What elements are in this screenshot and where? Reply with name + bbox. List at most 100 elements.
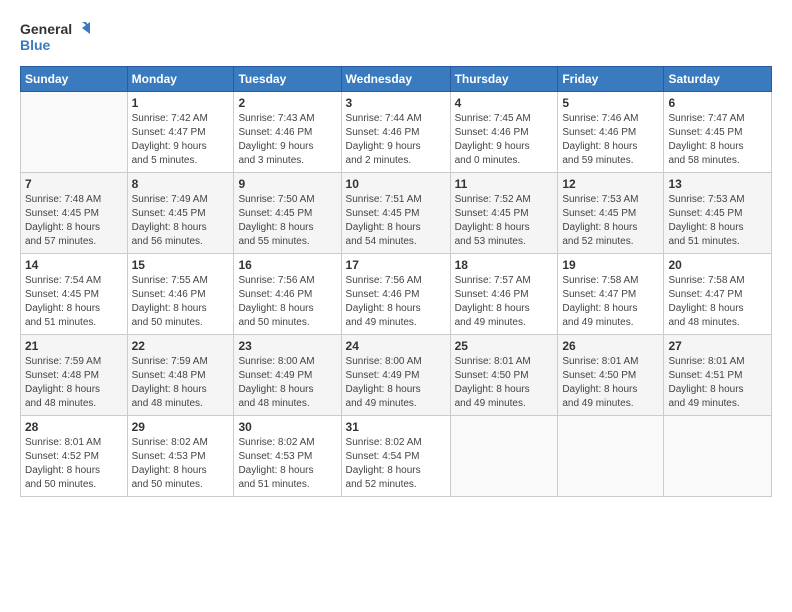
day-info: Sunrise: 8:01 AMSunset: 4:50 PMDaylight:… bbox=[562, 355, 659, 411]
day-info: Sunrise: 7:59 AMSunset: 4:48 PMDaylight:… bbox=[25, 355, 123, 411]
calendar-day-header: Friday bbox=[558, 67, 664, 92]
calendar-day-header: Monday bbox=[127, 67, 234, 92]
calendar-day-cell: 18 Sunrise: 7:57 AMSunset: 4:46 PMDayligh… bbox=[450, 254, 558, 335]
calendar-day-cell: 4 Sunrise: 7:45 AMSunset: 4:46 PMDaylight… bbox=[450, 92, 558, 173]
day-info: Sunrise: 8:00 AMSunset: 4:49 PMDaylight:… bbox=[346, 355, 446, 411]
day-info: Sunrise: 7:50 AMSunset: 4:45 PMDaylight:… bbox=[238, 193, 336, 249]
calendar-day-cell: 10 Sunrise: 7:51 AMSunset: 4:45 PMDayligh… bbox=[341, 173, 450, 254]
calendar-day-cell: 7 Sunrise: 7:48 AMSunset: 4:45 PMDaylight… bbox=[21, 173, 128, 254]
day-number: 15 bbox=[132, 258, 230, 272]
calendar-week-row: 28 Sunrise: 8:01 AMSunset: 4:52 PMDayligh… bbox=[21, 416, 772, 497]
day-number: 14 bbox=[25, 258, 123, 272]
day-number: 24 bbox=[346, 339, 446, 353]
calendar-day-cell: 6Sunrise: 7:47 AMSunset: 4:45 PMDaylight… bbox=[664, 92, 772, 173]
day-info: Sunrise: 7:45 AMSunset: 4:46 PMDaylight:… bbox=[455, 112, 554, 168]
day-number: 1 bbox=[132, 96, 230, 110]
day-number: 21 bbox=[25, 339, 123, 353]
day-info: Sunrise: 7:53 AMSunset: 4:45 PMDaylight:… bbox=[562, 193, 659, 249]
day-info: Sunrise: 7:44 AMSunset: 4:46 PMDaylight:… bbox=[346, 112, 446, 168]
calendar-day-cell: 28 Sunrise: 8:01 AMSunset: 4:52 PMDayligh… bbox=[21, 416, 128, 497]
day-info: Sunrise: 8:00 AMSunset: 4:49 PMDaylight:… bbox=[238, 355, 336, 411]
day-info: Sunrise: 7:49 AMSunset: 4:45 PMDaylight:… bbox=[132, 193, 230, 249]
calendar-week-row: 21 Sunrise: 7:59 AMSunset: 4:48 PMDayligh… bbox=[21, 335, 772, 416]
calendar-day-cell: 29Sunrise: 8:02 AMSunset: 4:53 PMDayligh… bbox=[127, 416, 234, 497]
day-info: Sunrise: 7:56 AMSunset: 4:46 PMDaylight:… bbox=[346, 274, 446, 330]
day-info: Sunrise: 7:43 AMSunset: 4:46 PMDaylight:… bbox=[238, 112, 336, 168]
calendar-day-cell: 19 Sunrise: 7:58 AMSunset: 4:47 PMDayligh… bbox=[558, 254, 664, 335]
calendar-day-header: Tuesday bbox=[234, 67, 341, 92]
calendar-week-row: 1 Sunrise: 7:42 AMSunset: 4:47 PMDaylight… bbox=[21, 92, 772, 173]
svg-text:General: General bbox=[20, 21, 72, 37]
calendar-day-cell: 22 Sunrise: 7:59 AMSunset: 4:48 PMDayligh… bbox=[127, 335, 234, 416]
day-number: 16 bbox=[238, 258, 336, 272]
day-info: Sunrise: 7:53 AMSunset: 4:45 PMDaylight:… bbox=[668, 193, 767, 249]
day-number: 9 bbox=[238, 177, 336, 191]
calendar-day-cell: 13 Sunrise: 7:53 AMSunset: 4:45 PMDayligh… bbox=[664, 173, 772, 254]
day-number: 18 bbox=[455, 258, 554, 272]
day-number: 22 bbox=[132, 339, 230, 353]
day-number: 31 bbox=[346, 420, 446, 434]
day-info: Sunrise: 8:02 AMSunset: 4:54 PMDaylight:… bbox=[346, 436, 446, 492]
day-number: 28 bbox=[25, 420, 123, 434]
calendar-day-cell: 8Sunrise: 7:49 AMSunset: 4:45 PMDaylight… bbox=[127, 173, 234, 254]
day-number: 3 bbox=[346, 96, 446, 110]
calendar-table: SundayMondayTuesdayWednesdayThursdayFrid… bbox=[20, 66, 772, 497]
day-number: 7 bbox=[25, 177, 123, 191]
day-number: 17 bbox=[346, 258, 446, 272]
day-info: Sunrise: 8:02 AMSunset: 4:53 PMDaylight:… bbox=[238, 436, 336, 492]
day-info: Sunrise: 7:58 AMSunset: 4:47 PMDaylight:… bbox=[562, 274, 659, 330]
calendar-day-cell: 24 Sunrise: 8:00 AMSunset: 4:49 PMDayligh… bbox=[341, 335, 450, 416]
logo-svg: General Blue bbox=[20, 18, 90, 56]
calendar-day-header: Thursday bbox=[450, 67, 558, 92]
calendar-day-cell: 17 Sunrise: 7:56 AMSunset: 4:46 PMDayligh… bbox=[341, 254, 450, 335]
day-number: 10 bbox=[346, 177, 446, 191]
calendar-day-cell: 11 Sunrise: 7:52 AMSunset: 4:45 PMDayligh… bbox=[450, 173, 558, 254]
calendar-day-cell: 27Sunrise: 8:01 AMSunset: 4:51 PMDayligh… bbox=[664, 335, 772, 416]
calendar-day-header: Saturday bbox=[664, 67, 772, 92]
day-info: Sunrise: 7:52 AMSunset: 4:45 PMDaylight:… bbox=[455, 193, 554, 249]
day-info: Sunrise: 7:58 AMSunset: 4:47 PMDaylight:… bbox=[668, 274, 767, 330]
day-number: 13 bbox=[668, 177, 767, 191]
day-info: Sunrise: 7:47 AMSunset: 4:45 PMDaylight:… bbox=[668, 112, 767, 168]
calendar-day-cell bbox=[21, 92, 128, 173]
calendar-day-cell: 14 Sunrise: 7:54 AMSunset: 4:45 PMDayligh… bbox=[21, 254, 128, 335]
calendar-day-cell bbox=[450, 416, 558, 497]
day-info: Sunrise: 7:54 AMSunset: 4:45 PMDaylight:… bbox=[25, 274, 123, 330]
calendar-day-cell: 30Sunrise: 8:02 AMSunset: 4:53 PMDayligh… bbox=[234, 416, 341, 497]
day-info: Sunrise: 7:42 AMSunset: 4:47 PMDaylight:… bbox=[132, 112, 230, 168]
day-number: 19 bbox=[562, 258, 659, 272]
day-number: 25 bbox=[455, 339, 554, 353]
calendar-week-row: 14 Sunrise: 7:54 AMSunset: 4:45 PMDayligh… bbox=[21, 254, 772, 335]
svg-text:Blue: Blue bbox=[20, 37, 51, 53]
day-number: 11 bbox=[455, 177, 554, 191]
calendar-week-row: 7 Sunrise: 7:48 AMSunset: 4:45 PMDaylight… bbox=[21, 173, 772, 254]
day-info: Sunrise: 7:57 AMSunset: 4:46 PMDaylight:… bbox=[455, 274, 554, 330]
day-number: 12 bbox=[562, 177, 659, 191]
calendar-day-cell bbox=[558, 416, 664, 497]
day-info: Sunrise: 7:46 AMSunset: 4:46 PMDaylight:… bbox=[562, 112, 659, 168]
day-number: 4 bbox=[455, 96, 554, 110]
page: General Blue SundayMondayTuesdayWednesda… bbox=[0, 0, 792, 612]
day-number: 23 bbox=[238, 339, 336, 353]
header: General Blue bbox=[20, 18, 772, 56]
calendar-day-cell: 2 Sunrise: 7:43 AMSunset: 4:46 PMDaylight… bbox=[234, 92, 341, 173]
calendar-day-cell: 3 Sunrise: 7:44 AMSunset: 4:46 PMDaylight… bbox=[341, 92, 450, 173]
calendar-day-cell: 16Sunrise: 7:56 AMSunset: 4:46 PMDayligh… bbox=[234, 254, 341, 335]
calendar-day-cell: 23 Sunrise: 8:00 AMSunset: 4:49 PMDayligh… bbox=[234, 335, 341, 416]
day-info: Sunrise: 8:01 AMSunset: 4:50 PMDaylight:… bbox=[455, 355, 554, 411]
day-number: 2 bbox=[238, 96, 336, 110]
day-number: 27 bbox=[668, 339, 767, 353]
calendar-day-cell: 26 Sunrise: 8:01 AMSunset: 4:50 PMDayligh… bbox=[558, 335, 664, 416]
calendar-day-cell: 21 Sunrise: 7:59 AMSunset: 4:48 PMDayligh… bbox=[21, 335, 128, 416]
logo: General Blue bbox=[20, 18, 90, 56]
day-number: 26 bbox=[562, 339, 659, 353]
calendar-day-cell: 20Sunrise: 7:58 AMSunset: 4:47 PMDayligh… bbox=[664, 254, 772, 335]
day-info: Sunrise: 7:48 AMSunset: 4:45 PMDaylight:… bbox=[25, 193, 123, 249]
day-info: Sunrise: 7:59 AMSunset: 4:48 PMDaylight:… bbox=[132, 355, 230, 411]
day-info: Sunrise: 7:51 AMSunset: 4:45 PMDaylight:… bbox=[346, 193, 446, 249]
calendar-day-cell: 15Sunrise: 7:55 AMSunset: 4:46 PMDayligh… bbox=[127, 254, 234, 335]
day-number: 29 bbox=[132, 420, 230, 434]
day-info: Sunrise: 8:01 AMSunset: 4:52 PMDaylight:… bbox=[25, 436, 123, 492]
calendar-day-cell: 25 Sunrise: 8:01 AMSunset: 4:50 PMDayligh… bbox=[450, 335, 558, 416]
calendar-header-row: SundayMondayTuesdayWednesdayThursdayFrid… bbox=[21, 67, 772, 92]
